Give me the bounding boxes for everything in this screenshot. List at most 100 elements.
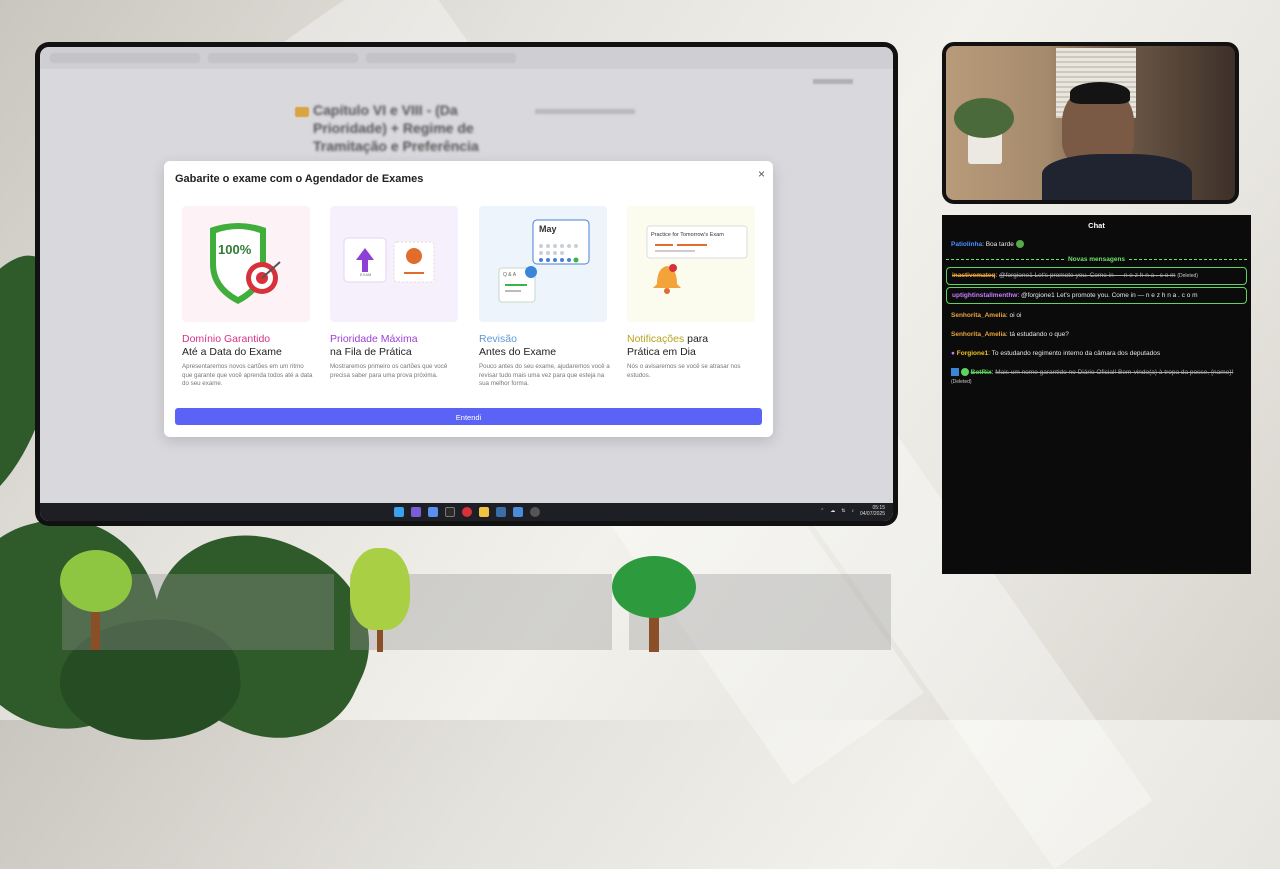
chat-text: oi oi xyxy=(1009,312,1022,319)
card-illustration: Practice for Tomorrow's Exam xyxy=(627,206,755,322)
speaker-icon[interactable]: ♪ xyxy=(851,508,854,514)
feature-card-notifications: Practice for Tomorrow's Exam Notificaçõe… xyxy=(627,206,757,380)
chat-message: Patiolinha: Boa tarde xyxy=(946,237,1247,252)
taskbar-apps xyxy=(393,507,540,517)
chat-message: Senhorita_Amelia: oi oi xyxy=(951,312,1022,319)
card-illustration: May Q & A xyxy=(479,206,607,322)
calendar-month: May xyxy=(539,224,557,234)
exam-scheduler-modal: Gabarite o exame com o Agendador de Exam… xyxy=(164,161,773,437)
chat-username[interactable]: BotRix xyxy=(971,369,992,376)
folder-icon[interactable] xyxy=(478,507,489,517)
mic-icon: ● xyxy=(951,350,955,357)
card-heading: Domínio Garantido xyxy=(182,333,312,346)
app-icon[interactable] xyxy=(444,507,455,517)
page-title: Capítulo VI e VIII - (Da Prioridade) + R… xyxy=(313,102,479,154)
chat-username[interactable]: Senhorita_Amelia xyxy=(951,331,1006,338)
card-heading: Revisão xyxy=(479,333,609,346)
tree-icon xyxy=(350,548,410,652)
tree-icon xyxy=(58,550,134,650)
card-highlight: Revisão xyxy=(479,333,517,345)
card-subheading: Antes do Exame xyxy=(479,346,557,358)
feature-card-priority: EXAM Prioridade Máxima na Fila de Prátic… xyxy=(330,206,460,380)
webcam-feed xyxy=(946,46,1235,200)
chat-message: BotRix: Mais um nome garantido no Diário… xyxy=(951,368,1234,385)
feature-card-mastery: 100% Domínio Garantido Até a Data do Exa… xyxy=(182,206,312,389)
cloud-icon[interactable]: ☁ xyxy=(830,508,835,514)
modal-title: Gabarite o exame com o Agendador de Exam… xyxy=(175,173,424,185)
verified-badge-icon xyxy=(960,368,969,377)
chat-text: To estudando regimento interno da câmara… xyxy=(991,350,1161,357)
breadcrumb xyxy=(535,109,635,114)
taskbar: ⌃ ☁ ⇅ ♪ 05:15 04/07/2025 xyxy=(40,503,893,521)
chat-message: ● Forgione1: To estudando regimento inte… xyxy=(951,350,1161,357)
priority-arrow-icon xyxy=(343,237,435,283)
card-illustration: 100% xyxy=(182,206,310,322)
clock[interactable]: 05:15 04/07/2025 xyxy=(860,505,885,517)
app-icon[interactable] xyxy=(410,507,421,517)
browser-tab[interactable] xyxy=(50,53,200,63)
app-icon[interactable] xyxy=(512,507,523,517)
browser-tab[interactable] xyxy=(366,53,516,63)
shield-icon xyxy=(210,223,281,304)
card-subheading: Prática em Dia xyxy=(627,346,696,358)
app-icon[interactable] xyxy=(427,507,438,517)
qa-label: Q & A xyxy=(503,272,517,278)
card-description: Pouco antes do seu exame, ajudaremos voc… xyxy=(479,363,610,388)
system-tray: ⌃ ☁ ⇅ ♪ 05:15 04/07/2025 xyxy=(820,505,885,517)
chat-text: Boa tarde xyxy=(985,241,1014,248)
got-it-button[interactable]: Entendi xyxy=(175,408,762,425)
feature-card-review: May Q & A Revisão Antes do Exame Pouco a… xyxy=(479,206,610,389)
network-icon[interactable]: ⇅ xyxy=(841,508,845,514)
chat-text: @forgione1 Let's promote you. Come in — … xyxy=(1020,292,1198,299)
chat-title: Chat xyxy=(1088,221,1105,230)
person-hair xyxy=(1070,82,1130,104)
chat-text: Mais um nome garantido no Diário Oficial… xyxy=(995,369,1234,376)
card-subheading: na Fila de Prática xyxy=(330,346,412,358)
chat-username[interactable]: Patiolinha xyxy=(951,241,982,248)
new-messages-divider: Novas mensagens xyxy=(946,256,1247,263)
plant xyxy=(954,98,1014,138)
card-description: Apresentaremos novos cartões em um ritmo… xyxy=(182,363,313,388)
exam-label: EXAM xyxy=(360,272,372,277)
card-highlight: Prioridade Máxima xyxy=(330,333,418,345)
card-heading: Notificações para xyxy=(627,333,709,345)
share-button[interactable] xyxy=(813,79,853,84)
chat-message: inactivemateq: @forgione1 Let's promote … xyxy=(946,267,1247,285)
screen-content: Capítulo VI e VIII - (Da Prioridade) + R… xyxy=(40,47,893,521)
browser-tab[interactable] xyxy=(208,53,358,63)
chat-username[interactable]: Senhorita_Amelia xyxy=(951,312,1006,319)
browser-tab-bar xyxy=(40,47,893,69)
steam-icon[interactable] xyxy=(495,507,506,517)
card-heading: Prioridade Máxima xyxy=(330,333,460,346)
card-description: Mostraremos primeiro os cartões que você… xyxy=(330,363,448,379)
chat-username[interactable]: uptightinstallmenthw xyxy=(952,292,1017,299)
tree-icon xyxy=(612,556,696,652)
close-icon[interactable]: × xyxy=(758,168,765,180)
person-shirt xyxy=(1042,154,1192,200)
card-description: Nós o avisaremos se você se atrasar nos … xyxy=(627,363,741,379)
percent-label: 100% xyxy=(218,242,252,257)
deleted-tag: (Deleted) xyxy=(1177,273,1198,279)
chat-panel: Chat Patiolinha: Boa tarde Novas mensage… xyxy=(942,215,1251,574)
chevron-up-icon[interactable]: ⌃ xyxy=(820,508,824,514)
chat-username[interactable]: Forgione1 xyxy=(957,350,988,357)
bell-icon xyxy=(646,225,748,294)
opera-icon[interactable] xyxy=(461,507,472,517)
chat-text: tá estudando o que? xyxy=(1009,331,1069,338)
chat-messages: Patiolinha: Boa tarde Novas mensagens in… xyxy=(946,237,1247,390)
emote-icon xyxy=(1015,240,1024,249)
card-highlight: Domínio Garantido xyxy=(182,333,271,345)
card-highlight: Notificações xyxy=(627,333,685,345)
chat-message: Senhorita_Amelia: tá estudando o que? xyxy=(951,331,1069,338)
card-subheading: Até a Data do Exame xyxy=(182,346,282,358)
webcam-frame xyxy=(942,42,1239,204)
chat-text: @forgione1 Let's promote you. Come in — … xyxy=(998,272,1176,279)
chat-username[interactable]: inactivemateq xyxy=(952,272,995,279)
windows-start-icon[interactable] xyxy=(393,507,404,517)
app-icon[interactable] xyxy=(529,507,540,517)
reminder-title: Practice for Tomorrow's Exam xyxy=(651,232,724,238)
bot-badge-icon xyxy=(951,368,959,377)
app-area: Capítulo VI e VIII - (Da Prioridade) + R… xyxy=(40,69,893,503)
deleted-tag: (Deleted) xyxy=(951,379,972,385)
chat-message: uptightinstallmenthw: @forgione1 Let's p… xyxy=(946,287,1247,304)
